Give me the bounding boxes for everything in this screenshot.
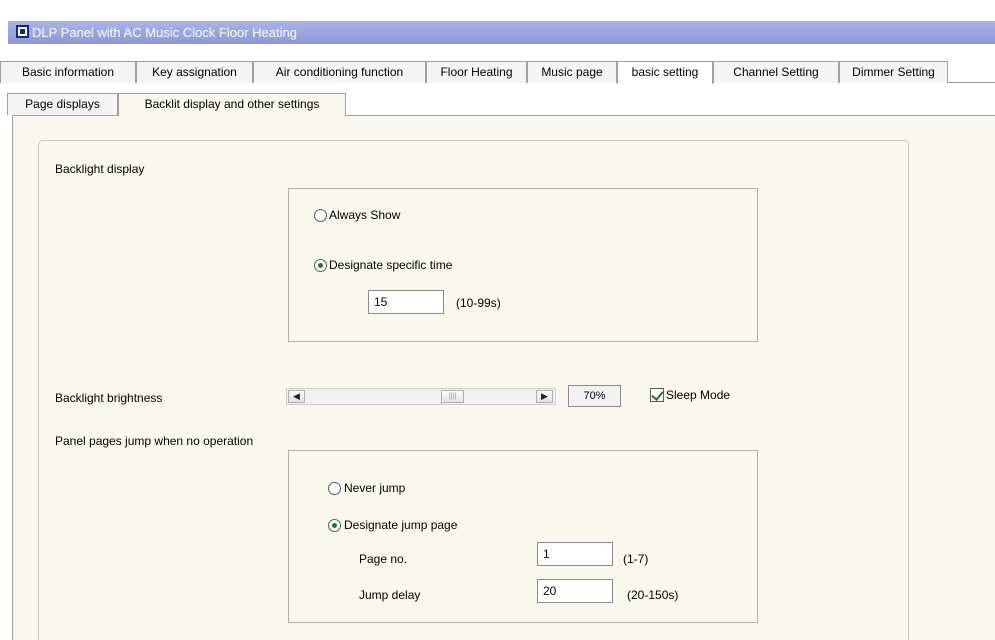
- scroll-left-icon[interactable]: ◀: [288, 390, 305, 403]
- tab-dimmer-setting[interactable]: Dimmer Setting: [839, 61, 948, 83]
- tab-basic-setting[interactable]: basic setting: [617, 61, 713, 84]
- jump-delay-input[interactable]: 20: [537, 579, 613, 603]
- backlight-display-label: Backlight display: [55, 162, 145, 176]
- main-tab-strip: Basic information Key assignation Air co…: [0, 61, 995, 84]
- tab-air-conditioning-function[interactable]: Air conditioning function: [253, 61, 426, 83]
- app-window-icon: [16, 25, 29, 38]
- backlight-brightness-label: Backlight brightness: [55, 391, 163, 405]
- settings-panel: Backlight display Always Show Designate …: [12, 115, 995, 640]
- page-no-input[interactable]: 1: [537, 542, 613, 566]
- designate-jump-radio[interactable]: [328, 519, 341, 532]
- backlight-time-range: (10-99s): [456, 296, 501, 310]
- sleep-mode-label[interactable]: Sleep Mode: [666, 388, 730, 402]
- tab-basic-information[interactable]: Basic information: [0, 61, 136, 83]
- designate-jump-label[interactable]: Designate jump page: [344, 518, 457, 532]
- always-show-radio[interactable]: [314, 209, 327, 222]
- panel-jump-label: Panel pages jump when no operation: [55, 434, 254, 448]
- jump-delay-label: Jump delay: [359, 588, 421, 602]
- backlight-time-input[interactable]: 15: [368, 290, 444, 314]
- tab-backlit-display-settings[interactable]: Backlit display and other settings: [118, 93, 346, 116]
- page-no-label: Page no.: [359, 552, 408, 566]
- tab-floor-heating[interactable]: Floor Heating: [426, 61, 527, 83]
- page-no-range: (1-7): [623, 552, 649, 566]
- window-title: DLP Panel with AC Music Clock Floor Heat…: [32, 25, 297, 40]
- always-show-label[interactable]: Always Show: [329, 208, 400, 222]
- never-jump-radio[interactable]: [328, 482, 341, 495]
- brightness-percent: 70%: [568, 385, 621, 407]
- tab-music-page[interactable]: Music page: [527, 61, 617, 83]
- sub-tab-strip: Page displays Backlit display and other …: [0, 93, 995, 116]
- tab-channel-setting[interactable]: Channel Setting: [713, 61, 839, 83]
- sleep-mode-checkbox[interactable]: [650, 388, 664, 402]
- scroll-right-icon[interactable]: ▶: [536, 390, 553, 403]
- tab-page-displays[interactable]: Page displays: [7, 93, 118, 115]
- window-titlebar: DLP Panel with AC Music Clock Floor Heat…: [0, 0, 995, 46]
- tab-key-assignation[interactable]: Key assignation: [136, 61, 253, 83]
- scroll-grip-icon[interactable]: ||||: [441, 390, 464, 403]
- designate-time-radio[interactable]: [314, 259, 327, 272]
- designate-time-label[interactable]: Designate specific time: [329, 258, 452, 272]
- jump-delay-range: (20-150s): [627, 588, 679, 602]
- brightness-slider[interactable]: ◀ |||| ▶: [286, 388, 556, 405]
- never-jump-label[interactable]: Never jump: [344, 481, 405, 495]
- window-title-bar[interactable]: DLP Panel with AC Music Clock Floor Heat…: [8, 21, 995, 44]
